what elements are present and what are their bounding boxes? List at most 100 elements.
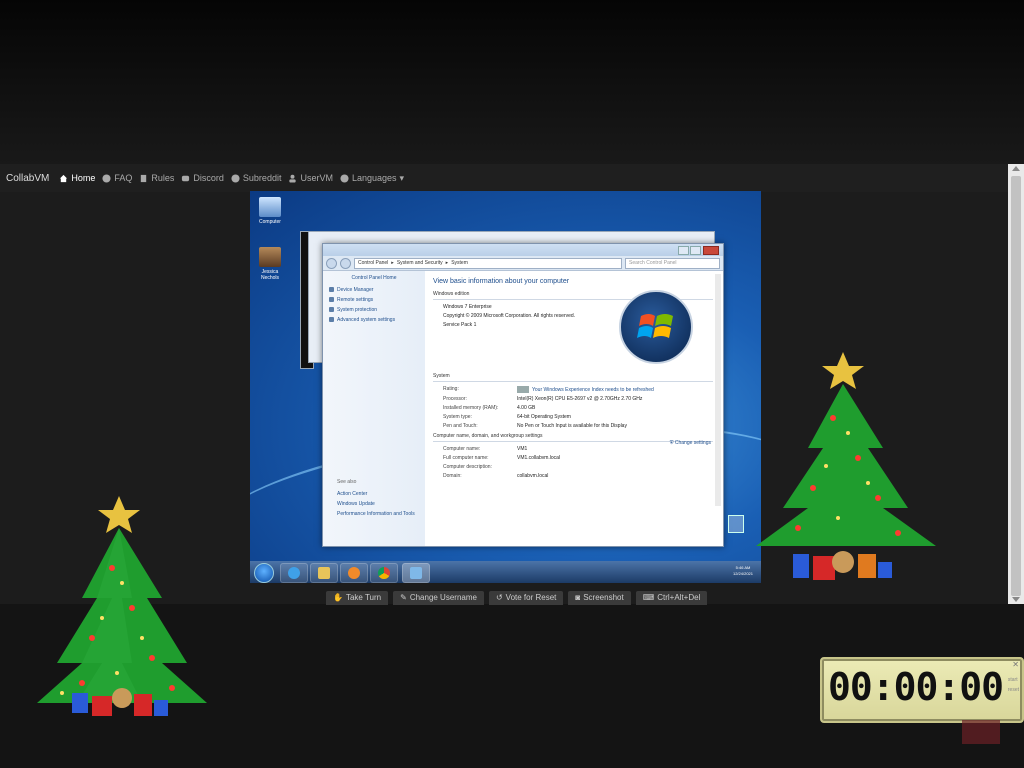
page-scrollbar[interactable] — [1008, 164, 1024, 604]
performance-info-link[interactable]: Performance Information and Tools — [337, 511, 421, 517]
section-title: Computer name, domain, and workgroup set… — [433, 433, 543, 439]
reset-icon: ↺ — [495, 593, 503, 602]
forward-icon[interactable] — [340, 257, 351, 269]
edition-name: Windows 7 Enterprise — [443, 304, 492, 310]
nav-subreddit-label: Subreddit — [242, 173, 282, 183]
desktop-icon-computer[interactable]: Computer — [254, 197, 286, 225]
globe-icon — [340, 173, 349, 183]
user-icon — [289, 174, 297, 183]
close-icon[interactable] — [703, 246, 719, 255]
system-protection-link[interactable]: System protection — [329, 307, 419, 313]
crumb-system-security[interactable]: System and Security — [397, 260, 443, 266]
change-username-button[interactable]: ✎ Change Username — [393, 591, 484, 605]
memory-value: 4.00 GB — [517, 405, 536, 411]
recycle-bin-icon[interactable] — [728, 515, 744, 533]
nav-subreddit[interactable]: Subreddit — [231, 173, 282, 183]
timer-start-button[interactable]: start — [1008, 675, 1019, 685]
device-manager-link[interactable]: Device Manager — [329, 287, 419, 293]
nav-uservm-label: UserVM — [300, 173, 333, 183]
windows-update-link[interactable]: Windows Update — [337, 501, 421, 507]
change-username-label: Change Username — [409, 593, 477, 602]
folder-icon — [318, 567, 330, 579]
crumb-control-panel[interactable]: Control Panel — [358, 260, 388, 266]
scroll-thumb[interactable] — [1011, 176, 1021, 596]
minimize-icon[interactable] — [678, 246, 689, 255]
taskbar-control-panel[interactable] — [402, 563, 430, 583]
christmas-tree-right — [756, 352, 936, 580]
taskbar-explorer[interactable] — [310, 563, 338, 583]
brand[interactable]: CollabVM — [0, 173, 59, 184]
address-bar[interactable]: Control Panel ▸ System and Security ▸ Sy… — [354, 257, 622, 269]
countdown-timer: 00:00:00 ✕ start reset — [820, 657, 1024, 723]
computer-name-label: Computer name: — [443, 446, 481, 452]
window-scrollbar[interactable] — [715, 274, 721, 506]
taskbar-ie[interactable] — [280, 563, 308, 583]
close-icon[interactable]: ✕ — [1012, 660, 1019, 669]
chevron-down-icon: ▾ — [399, 172, 405, 183]
nav-home[interactable]: Home — [59, 173, 95, 183]
start-button[interactable] — [254, 563, 274, 583]
nav-faq[interactable]: FAQ — [102, 173, 132, 183]
change-settings-link[interactable]: ⛨ Change settings — [670, 440, 711, 446]
screenshot-label: Screenshot — [583, 593, 624, 602]
nav-home-label: Home — [71, 173, 96, 183]
computer-name-value: VM1 — [517, 446, 528, 452]
domain-label: Domain: — [443, 473, 462, 479]
nav-discord[interactable]: Discord — [181, 173, 224, 183]
system-window[interactable]: Control Panel ▸ System and Security ▸ Sy… — [322, 243, 724, 547]
control-panel-icon — [410, 567, 422, 579]
action-center-link[interactable]: Action Center — [337, 491, 421, 497]
top-dark-band — [0, 0, 1024, 164]
change-settings-label: Change settings — [674, 440, 711, 446]
control-panel-home-link[interactable]: Control Panel Home — [329, 275, 419, 281]
desktop-icon-user[interactable]: Jessica Nechols — [254, 247, 286, 281]
scroll-up-icon[interactable] — [1012, 166, 1020, 171]
navbar: CollabVM Home FAQ Rules Discord Subreddi… — [0, 164, 1008, 192]
desktop-icon-label: Computer — [259, 219, 281, 225]
advanced-settings-link[interactable]: Advanced system settings — [329, 317, 419, 323]
domain-value: collabvm.local — [517, 473, 549, 479]
nav-rules-label: Rules — [151, 173, 175, 183]
vm-display[interactable]: Computer Jessica Nechols Control Panel ▸… — [250, 191, 761, 583]
window-titlebar[interactable] — [323, 244, 723, 256]
page-title: View basic information about your comput… — [433, 278, 570, 285]
info-icon — [102, 173, 111, 183]
nav-uservm[interactable]: UserVM — [288, 173, 333, 183]
scroll-down-icon[interactable] — [1012, 597, 1020, 602]
take-turn-button[interactable]: ✋ Take Turn — [326, 591, 389, 605]
service-pack: Service Pack 1 — [443, 322, 477, 328]
system-type-label: System type: — [443, 414, 472, 420]
taskbar-media[interactable] — [340, 563, 368, 583]
maximize-icon[interactable] — [690, 246, 701, 255]
home-icon — [60, 174, 68, 182]
chevron-right-icon: ▸ — [445, 260, 449, 266]
ctrl-alt-del-label: Ctrl+Alt+Del — [657, 593, 701, 602]
section-title: System — [433, 373, 450, 379]
nav-languages-label: Languages — [351, 173, 397, 183]
pen-touch-label: Pen and Touch: — [443, 423, 478, 429]
timer-reset-button[interactable]: reset — [1008, 685, 1019, 695]
nav-languages[interactable]: Languages ▾ — [340, 173, 404, 184]
system-info-main: View basic information about your comput… — [433, 274, 713, 546]
system-type-value: 64-bit Operating System — [517, 414, 571, 420]
memory-label: Installed memory (RAM): — [443, 405, 499, 411]
back-icon[interactable] — [326, 257, 337, 269]
rating-link[interactable]: Your Windows Experience Index needs to b… — [532, 387, 654, 393]
nav-faq-label: FAQ — [114, 173, 133, 183]
media-player-icon — [348, 567, 360, 579]
camera-icon: ◙ — [575, 593, 581, 602]
crumb-system[interactable]: System — [451, 260, 468, 266]
screenshot-button[interactable]: ◙ Screenshot — [568, 591, 631, 605]
rating-label: Rating: — [443, 386, 459, 392]
vote-reset-button[interactable]: ↺ Vote for Reset — [488, 591, 564, 605]
remote-settings-link[interactable]: Remote settings — [329, 297, 419, 303]
timer-display: 00:00:00 — [828, 665, 1004, 709]
processor-value: Intel(R) Xeon(R) CPU E5-2697 v2 @ 2.70GH… — [517, 396, 643, 402]
ctrl-alt-del-button[interactable]: ⌨ Ctrl+Alt+Del — [635, 591, 708, 605]
nav-rules[interactable]: Rules — [139, 173, 174, 183]
keyboard-icon: ⌨ — [642, 593, 655, 602]
user-edit-icon: ✎ — [400, 593, 407, 602]
search-input[interactable]: Search Control Panel — [625, 257, 720, 269]
description-label: Computer description: — [443, 464, 492, 470]
taskbar-chrome[interactable] — [370, 563, 398, 583]
